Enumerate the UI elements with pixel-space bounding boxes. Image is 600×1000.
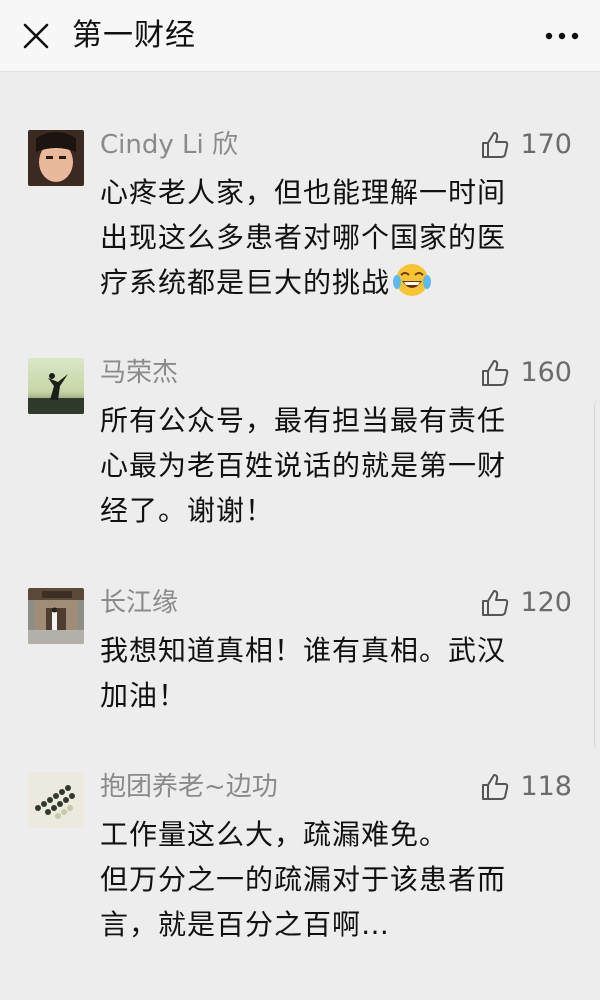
close-icon <box>23 23 49 49</box>
page-title: 第一财经 <box>72 18 196 53</box>
like-button[interactable]: 120 <box>480 586 572 620</box>
tears-of-joy-emoji-icon <box>392 262 432 311</box>
top-bar: 第一财经 <box>0 0 600 72</box>
thumbs-up-icon <box>482 360 509 386</box>
avatar[interactable] <box>28 588 84 644</box>
scroll-edge <box>594 400 600 750</box>
avatar[interactable] <box>28 130 84 186</box>
thumbs-up-icon <box>482 774 509 800</box>
comment-text: 我想知道真相！谁有真相。武汉 加油！ <box>100 634 507 712</box>
close-button[interactable] <box>14 14 58 58</box>
temple-person-avatar-icon <box>28 588 84 644</box>
thumbs-up-icon <box>482 590 509 616</box>
avatar[interactable] <box>28 358 84 414</box>
more-icon <box>545 32 579 40</box>
more-button[interactable] <box>536 14 588 58</box>
comment-text: 工作量这么大，疏漏难免。 但万分之一的疏漏对于该患者而 言，就是百分之百啊… <box>100 818 507 941</box>
like-count: 118 <box>520 771 572 802</box>
like-count: 170 <box>520 129 572 160</box>
girl-avatar-icon <box>28 130 84 186</box>
nickname[interactable]: 抱团养老~边功 <box>100 770 278 804</box>
like-count: 160 <box>520 357 572 388</box>
comment-text: 心疼老人家，但也能理解一时间 出现这么多患者对哪个国家的医 疗系统都是巨大的挑战 <box>100 170 570 311</box>
avatar[interactable] <box>28 772 84 828</box>
nickname[interactable]: Cindy Li 欣 <box>100 128 238 162</box>
nickname[interactable]: 长江缘 <box>100 586 178 620</box>
comment-text: 所有公众号，最有担当最有责任 心最为老百姓说话的就是第一财 经了。谢谢！ <box>100 404 507 527</box>
dancer-sunset-avatar-icon <box>28 358 84 414</box>
like-button[interactable]: 160 <box>480 356 572 390</box>
like-button[interactable]: 118 <box>480 770 572 804</box>
like-button[interactable]: 170 <box>480 128 572 162</box>
like-count: 120 <box>520 587 572 618</box>
thumbs-up-icon <box>482 132 509 158</box>
beads-avatar-icon <box>28 772 84 828</box>
nickname[interactable]: 马荣杰 <box>100 356 178 390</box>
comment-body: 心疼老人家，但也能理解一时间 出现这么多患者对哪个国家的医 疗系统都是巨大的挑战 <box>100 176 507 299</box>
